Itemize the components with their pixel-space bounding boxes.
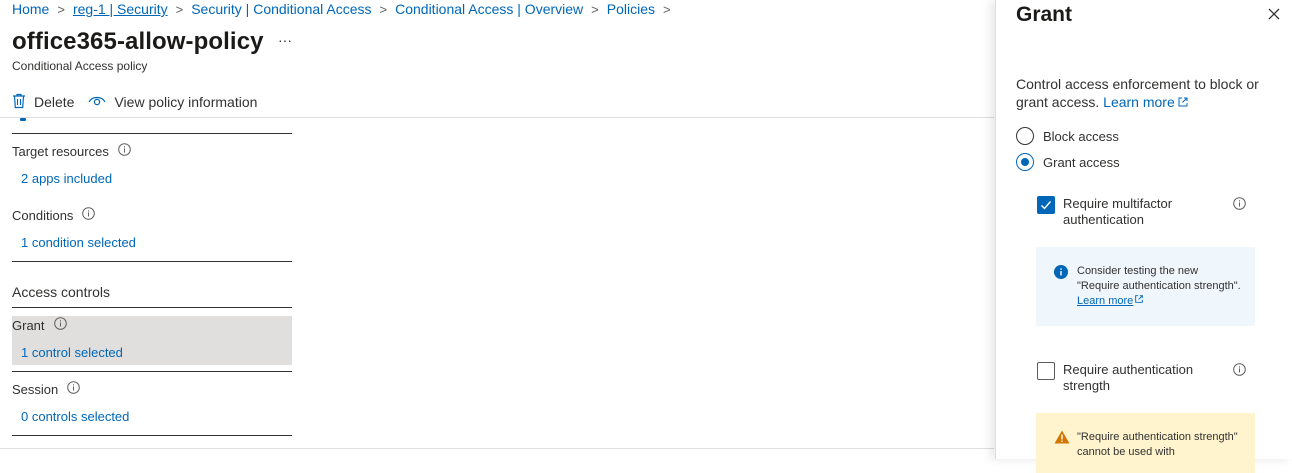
page-title: office365-allow-policy: [12, 28, 264, 55]
toolbar-divider: [0, 117, 994, 118]
breadcrumb-separator: >: [175, 1, 184, 17]
require-auth-strength-label: Require authentication strength: [1063, 362, 1194, 393]
access-controls-heading: Access controls: [12, 284, 111, 300]
block-access-radio[interactable]: [1016, 127, 1034, 145]
require-mfa-option[interactable]: Require multifactor authentication: [1037, 196, 1213, 228]
external-link-icon: [1175, 94, 1189, 110]
block-access-option[interactable]: Block access: [1016, 127, 1119, 145]
panel-title: Grant: [1016, 3, 1073, 26]
grant-access-radio[interactable]: [1016, 153, 1034, 171]
grant-label: Grant: [12, 317, 45, 333]
footer-divider: [0, 448, 994, 449]
target-resources-link[interactable]: 2 apps included: [21, 171, 112, 186]
grant-link[interactable]: 1 control selected: [21, 345, 123, 360]
close-button[interactable]: [1267, 7, 1281, 26]
info-message-bar: Consider testing the new "Require authen…: [1036, 247, 1255, 326]
delete-button[interactable]: Delete: [12, 93, 74, 112]
info-learn-more-link[interactable]: Learn more: [1077, 295, 1144, 307]
require-mfa-label: Require multifactor authentication: [1063, 196, 1173, 227]
conditions-link[interactable]: 1 condition selected: [21, 235, 136, 250]
info-icon[interactable]: [82, 207, 96, 223]
block-access-label: Block access: [1043, 128, 1119, 144]
checkmark-icon: [1041, 201, 1052, 210]
breadcrumb-reg-security[interactable]: reg-1 | Security: [73, 1, 168, 17]
section-title-grant: Grant: [12, 317, 67, 333]
session-link[interactable]: 0 controls selected: [21, 409, 129, 424]
info-icon[interactable]: [67, 381, 81, 397]
info-message-text: Consider testing the new "Require authen…: [1077, 265, 1241, 307]
section-divider: [12, 307, 292, 308]
warning-icon: [1054, 430, 1070, 449]
info-icon[interactable]: [53, 317, 67, 333]
view-policy-label: View policy information: [114, 94, 258, 110]
require-auth-strength-checkbox[interactable]: [1037, 362, 1055, 380]
breadcrumb-conditional-access-overview[interactable]: Conditional Access | Overview: [395, 1, 583, 17]
scrolled-link-fragment: [20, 118, 32, 122]
breadcrumb-policies[interactable]: Policies: [607, 1, 655, 17]
view-policy-information-button[interactable]: View policy information: [88, 94, 257, 111]
info-icon[interactable]: [1233, 197, 1246, 215]
close-icon: [1267, 8, 1281, 25]
breadcrumb-security-conditional-access[interactable]: Security | Conditional Access: [191, 1, 371, 17]
more-options-button[interactable]: ···: [278, 32, 292, 48]
breadcrumb-separator: >: [57, 1, 65, 17]
page-subtitle: Conditional Access policy: [12, 59, 148, 73]
section-title-target-resources: Target resources: [12, 143, 131, 159]
breadcrumb-home[interactable]: Home: [12, 1, 49, 17]
section-divider: [12, 435, 292, 436]
breadcrumb: Home > reg-1 | Security > Security | Con…: [12, 0, 679, 18]
require-auth-strength-option[interactable]: Require authentication strength: [1037, 362, 1213, 394]
command-bar: Delete View policy information: [12, 90, 271, 114]
breadcrumb-separator: >: [663, 1, 671, 17]
section-title-conditions: Conditions: [12, 207, 96, 223]
target-resources-label: Target resources: [12, 143, 109, 159]
grant-access-label: Grant access: [1043, 154, 1120, 170]
warning-message-bar: "Require authentication strength" cannot…: [1036, 413, 1255, 473]
panel-description: Control access enforcement to block or g…: [1016, 75, 1276, 111]
grant-access-option[interactable]: Grant access: [1016, 153, 1120, 171]
info-icon: [1054, 265, 1068, 284]
require-mfa-checkbox[interactable]: [1037, 196, 1055, 214]
section-divider: [12, 133, 292, 134]
trash-icon: [12, 93, 34, 112]
session-label: Session: [12, 381, 59, 397]
info-icon[interactable]: [118, 143, 131, 159]
conditions-label: Conditions: [12, 207, 74, 223]
warning-message-text: "Require authentication strength" cannot…: [1077, 431, 1238, 458]
section-divider: [12, 371, 292, 372]
grant-panel: Grant Control access enforcement to bloc…: [995, 0, 1292, 473]
breadcrumb-separator: >: [379, 1, 388, 17]
external-link-icon: [1133, 295, 1144, 307]
info-icon[interactable]: [1233, 363, 1246, 381]
section-title-session: Session: [12, 381, 81, 397]
eye-icon: [88, 94, 114, 111]
section-divider: [12, 261, 292, 262]
delete-label: Delete: [34, 94, 75, 110]
breadcrumb-separator: >: [591, 1, 599, 17]
learn-more-link[interactable]: Learn more: [1103, 94, 1189, 110]
